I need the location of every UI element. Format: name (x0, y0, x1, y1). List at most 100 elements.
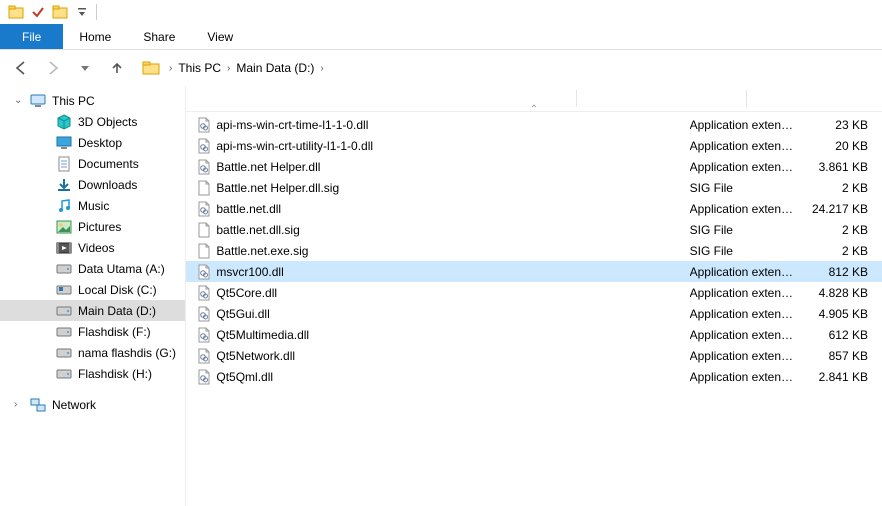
tree-label: This PC (52, 94, 95, 108)
tab-home[interactable]: Home (63, 24, 127, 49)
file-type: SIG File (690, 223, 808, 237)
qat-properties-icon[interactable] (28, 2, 48, 22)
file-row[interactable]: msvcr100.dllApplication exten…812 KB (186, 261, 882, 282)
tree-item[interactable]: Pictures (0, 216, 185, 237)
tree-label: Flashdisk (F:) (78, 325, 151, 339)
file-row[interactable]: Qt5Core.dllApplication exten…4.828 KB (186, 282, 882, 303)
file-size: 2 KB (808, 223, 882, 237)
file-row[interactable]: Qt5Qml.dllApplication exten…2.841 KB (186, 366, 882, 387)
file-name: battle.net.dll.sig (216, 223, 544, 237)
tree-item[interactable]: Desktop (0, 132, 185, 153)
file-icon (196, 180, 212, 196)
file-row[interactable]: Qt5Multimedia.dllApplication exten…612 K… (186, 324, 882, 345)
address-bar[interactable]: › This PC › Main Data (D:) › (136, 56, 333, 80)
file-name: Qt5Network.dll (216, 349, 544, 363)
column-sort-caret-icon: ⌃ (530, 104, 538, 115)
tree-item[interactable]: nama flashdis (G:) (0, 342, 185, 363)
file-row[interactable]: battle.net.dllApplication exten…24.217 K… (186, 198, 882, 219)
tree-label: Music (78, 199, 109, 213)
tree-item[interactable]: 3D Objects (0, 111, 185, 132)
nav-up-button[interactable] (104, 55, 130, 81)
file-row[interactable]: battle.net.dll.sig SIG File2 KB (186, 219, 882, 240)
column-separator[interactable] (746, 90, 747, 107)
breadcrumb-sep-icon[interactable]: › (223, 63, 234, 74)
file-row[interactable]: api-ms-win-crt-utility-l1-1-0.dll Applica… (186, 135, 882, 156)
tree-item[interactable]: Music (0, 195, 185, 216)
tree-label: Downloads (78, 178, 137, 192)
file-list: api-ms-win-crt-time-l1-1-0.dll Applicatio… (186, 112, 882, 389)
file-list-pane: ⌃ api-ms-win-crt-time-l1-1-0.dll Applicat… (186, 86, 882, 506)
file-size: 2.841 KB (808, 370, 882, 384)
expand-caret-icon[interactable]: ⌄ (14, 95, 24, 106)
drive-icon (56, 324, 72, 340)
file-name: Qt5Qml.dll (216, 370, 544, 384)
file-icon (196, 243, 212, 259)
tree-label: Data Utama (A:) (78, 262, 165, 276)
file-size: 20 KB (808, 139, 882, 153)
tree-item[interactable]: Flashdisk (F:) (0, 321, 185, 342)
file-row[interactable]: Battle.net.exe.sigSIG File2 KB (186, 240, 882, 261)
music-icon (56, 198, 72, 214)
tab-file[interactable]: File (0, 24, 63, 49)
file-name: api-ms-win-crt-time-l1-1-0.dll (216, 118, 544, 132)
qat-newfolder-icon[interactable] (50, 2, 70, 22)
column-separator[interactable] (576, 90, 577, 107)
tree-item[interactable]: Downloads (0, 174, 185, 195)
tree-label: Main Data (D:) (78, 304, 156, 318)
file-icon (196, 264, 212, 280)
tree-label: Videos (78, 241, 114, 255)
file-type: Application exten… (690, 118, 808, 132)
file-row[interactable]: Qt5Gui.dllApplication exten…4.905 KB (186, 303, 882, 324)
file-size: 3.861 KB (808, 160, 882, 174)
nav-back-button[interactable] (8, 55, 34, 81)
documents-icon (56, 156, 72, 172)
ribbon-tabs: File Home Share View (0, 24, 882, 50)
file-size: 2 KB (808, 181, 882, 195)
tab-share[interactable]: Share (127, 24, 191, 49)
breadcrumb-main-data[interactable]: Main Data (D:) (234, 59, 316, 77)
nav-recent-dropdown-icon[interactable] (72, 55, 98, 81)
file-icon (196, 201, 212, 217)
tree-label: Flashdisk (H:) (78, 367, 152, 381)
tree-item[interactable]: Documents (0, 153, 185, 174)
drive-icon (56, 303, 72, 319)
tree-label: Network (52, 398, 96, 412)
file-name: api-ms-win-crt-utility-l1-1-0.dll (216, 139, 544, 153)
breadcrumb-sep-icon[interactable]: › (316, 63, 327, 74)
tree-item[interactable]: Main Data (D:) (0, 300, 185, 321)
qat-customize-dropdown-icon[interactable] (72, 2, 92, 22)
file-type: Application exten… (690, 286, 808, 300)
tree-item[interactable]: Local Disk (C:) (0, 279, 185, 300)
tree-this-pc[interactable]: ⌄ This PC (0, 90, 185, 111)
tree-item[interactable]: Flashdisk (H:) (0, 363, 185, 384)
file-type: Application exten… (690, 307, 808, 321)
tree-item[interactable]: Videos (0, 237, 185, 258)
tree-network[interactable]: › Network (0, 394, 185, 415)
file-icon (196, 348, 212, 364)
file-row[interactable]: Qt5Network.dllApplication exten…857 KB (186, 345, 882, 366)
file-type: Application exten… (690, 160, 808, 174)
tab-view[interactable]: View (191, 24, 249, 49)
file-icon (196, 117, 212, 133)
this-pc-icon (30, 93, 46, 109)
tree-label: Pictures (78, 220, 121, 234)
file-type: Application exten… (690, 139, 808, 153)
file-name: Battle.net Helper.dll.sig (216, 181, 544, 195)
nav-forward-button[interactable] (40, 55, 66, 81)
column-headers[interactable]: ⌃ (186, 86, 882, 112)
breadcrumb-this-pc[interactable]: This PC (176, 59, 223, 77)
expand-caret-icon[interactable]: › (14, 399, 24, 410)
file-icon (196, 327, 212, 343)
file-size: 24.217 KB (808, 202, 882, 216)
tree-item[interactable]: Data Utama (A:) (0, 258, 185, 279)
file-name: Qt5Core.dll (216, 286, 544, 300)
file-icon (196, 306, 212, 322)
file-row[interactable]: Battle.net Helper.dllApplication exten…3… (186, 156, 882, 177)
qat-explorer-icon[interactable] (6, 2, 26, 22)
file-row[interactable]: api-ms-win-crt-time-l1-1-0.dll Applicatio… (186, 114, 882, 135)
file-size: 612 KB (808, 328, 882, 342)
file-row[interactable]: Battle.net Helper.dll.sigSIG File2 KB (186, 177, 882, 198)
desktop-icon (56, 135, 72, 151)
file-size: 4.905 KB (808, 307, 882, 321)
breadcrumb-sep-icon[interactable]: › (165, 63, 176, 74)
